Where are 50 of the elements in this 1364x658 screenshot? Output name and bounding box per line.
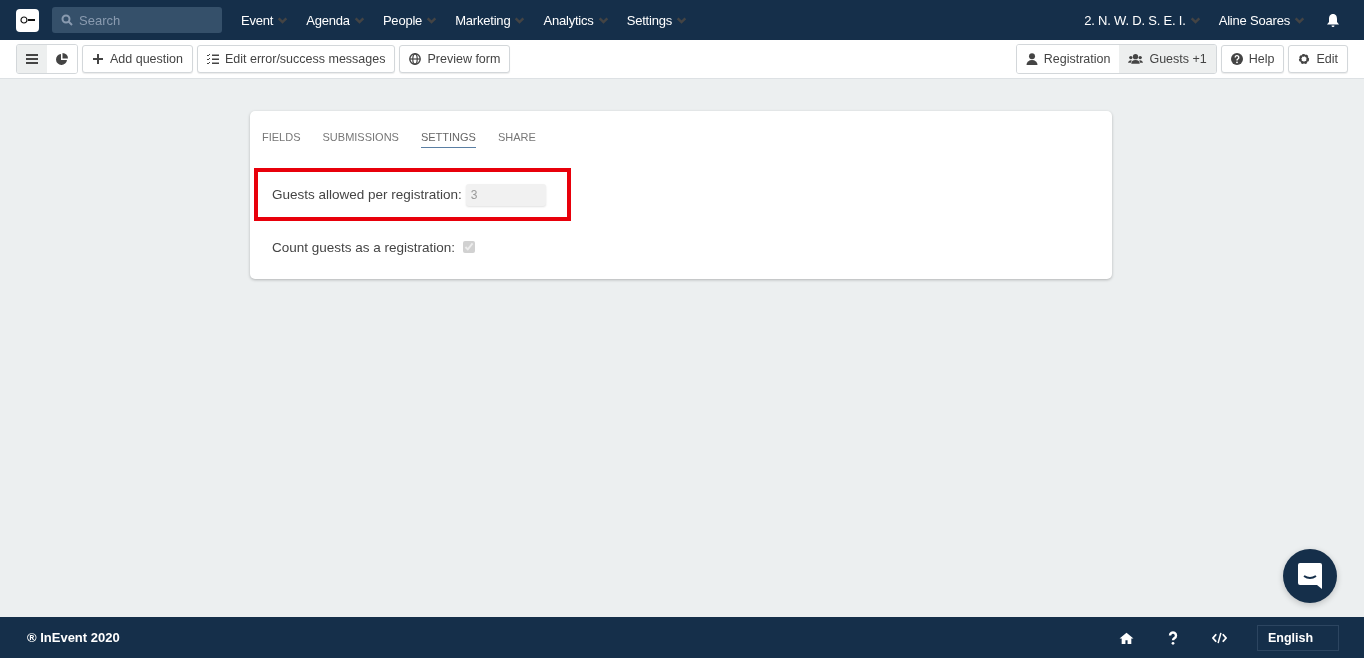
- chevron-down-icon: [353, 14, 365, 26]
- user-icon: [1025, 53, 1038, 65]
- form-tab[interactable]: SHARE: [497, 131, 536, 148]
- chevron-down-icon: [277, 14, 289, 26]
- checklist-icon: [207, 53, 219, 65]
- users-icon: [1128, 53, 1144, 65]
- help-button[interactable]: Help: [1220, 45, 1285, 73]
- list-view-button[interactable]: [17, 45, 47, 73]
- settings-icon: [1298, 53, 1311, 65]
- edit-button[interactable]: Edit: [1288, 45, 1348, 73]
- plus-icon: [92, 53, 104, 65]
- pie-chart-icon: [56, 53, 68, 65]
- toolbar-button[interactable]: Add question: [82, 45, 193, 73]
- menu-icon: [26, 53, 38, 65]
- language-select[interactable]: English: [1257, 624, 1339, 651]
- chat-bubble-icon: [1297, 562, 1323, 590]
- nav-menu[interactable]: Analytics: [534, 6, 618, 34]
- toolbar-button[interactable]: Preview form: [399, 45, 511, 73]
- chat-button[interactable]: [1283, 549, 1337, 603]
- search-icon: [61, 14, 73, 26]
- toolbar-button[interactable]: Edit error/success messages: [197, 45, 396, 73]
- nav-menu[interactable]: Agenda: [297, 6, 374, 34]
- code-icon[interactable]: [1212, 630, 1227, 645]
- mode-tab[interactable]: Guests +1: [1119, 45, 1216, 73]
- question-mark-icon[interactable]: [1168, 630, 1178, 645]
- copyright-text: ® InEvent 2020: [27, 630, 120, 645]
- chevron-down-icon: [514, 14, 526, 26]
- search-field[interactable]: Search: [52, 7, 222, 33]
- chevron-down-icon: [1189, 14, 1201, 26]
- search-input[interactable]: Search: [79, 12, 209, 28]
- form-tab[interactable]: SETTINGS: [420, 131, 476, 148]
- nav-menu[interactable]: Event: [232, 6, 298, 34]
- chevron-down-icon: [1294, 14, 1305, 26]
- nav-menu[interactable]: Settings: [617, 6, 697, 34]
- bell-icon[interactable]: [1326, 12, 1340, 28]
- setting-label: Guests allowed per registration:: [272, 187, 462, 202]
- globe-icon: [409, 53, 422, 65]
- nav-menu[interactable]: Aline Soares: [1209, 6, 1314, 34]
- setting-label: Count guests as a registration:: [272, 239, 456, 255]
- chevron-down-icon: [676, 14, 688, 26]
- nav-menu[interactable]: 2. N. W. D. S. E. I.: [1075, 6, 1210, 34]
- nav-menu[interactable]: Marketing: [446, 6, 535, 34]
- nav-menu[interactable]: People: [373, 6, 447, 34]
- form-tab[interactable]: FIELDS: [262, 131, 301, 148]
- help-icon: [1230, 53, 1243, 65]
- chevron-down-icon: [597, 14, 609, 26]
- logo-icon[interactable]: [16, 8, 39, 32]
- form-tab[interactable]: SUBMISSIONS: [322, 131, 399, 148]
- home-icon[interactable]: [1119, 630, 1134, 645]
- chevron-down-icon: [426, 14, 438, 26]
